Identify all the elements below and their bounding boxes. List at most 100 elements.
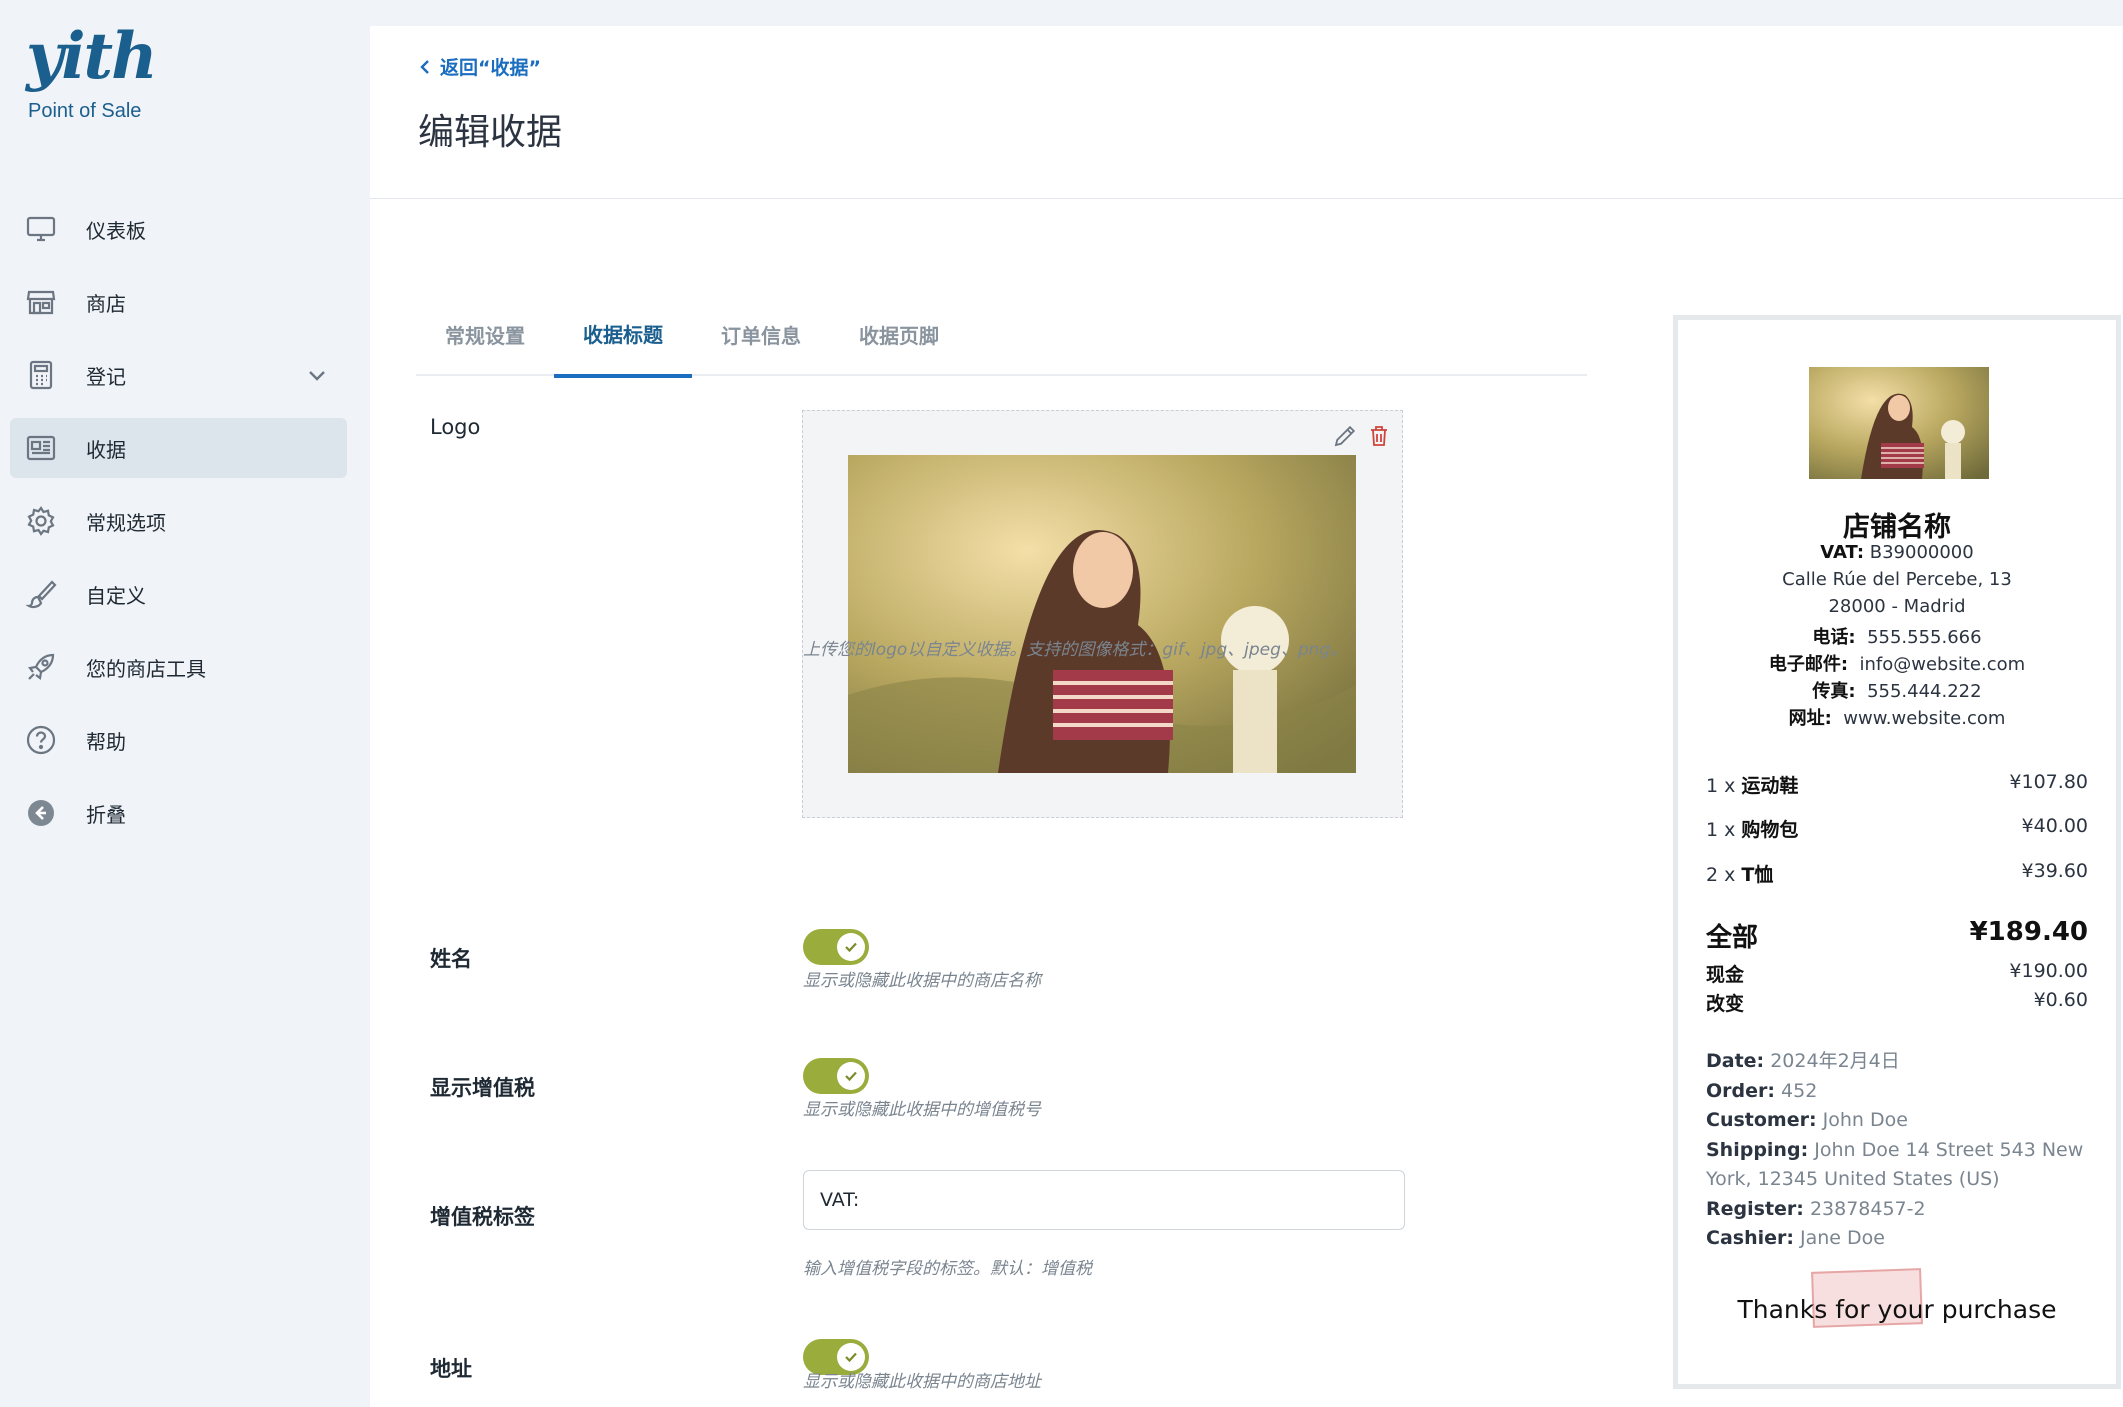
receipt-website-value: www.website.com (1843, 708, 2006, 729)
sidebar-item-dashboard[interactable]: 仪表板 (10, 199, 347, 259)
receipt-fax-value: 555.444.222 (1867, 681, 1982, 702)
show-vat-label: 显示增值税 (430, 1076, 535, 1100)
logo-label: Logo (430, 415, 481, 439)
brand-logo[interactable]: yith Point of Sale (26, 19, 158, 123)
check-icon (845, 942, 857, 953)
sidebar-item-store[interactable]: 商店 (10, 272, 347, 332)
receipt-item-price: ¥40.00 (2021, 815, 2088, 837)
receipt-logo-image (1809, 367, 1989, 479)
tab-general-settings[interactable]: 常规设置 (416, 292, 554, 376)
receipt-email-line: 电子邮件: info@website.com (1678, 650, 2116, 676)
receipt-icon (24, 431, 58, 465)
receipt-register-value: 23878457-2 (1809, 1197, 1926, 1220)
store-name-label: 姓名 (430, 947, 472, 971)
sidebar-item-label: 自定义 (86, 583, 146, 608)
sidebar-item-store-tools[interactable]: 您的商店工具 (10, 637, 347, 697)
sidebar-item-label: 商店 (86, 291, 126, 316)
brush-icon (24, 577, 58, 611)
sidebar-item-label: 帮助 (86, 729, 126, 754)
receipt-vat-label: VAT: (1820, 542, 1865, 563)
receipt-item-row: 1 x 购物包 ¥40.00 (1706, 815, 2088, 842)
help-icon (24, 723, 58, 757)
sidebar-item-help[interactable]: 帮助 (10, 710, 347, 770)
receipt-order-label: Order: (1706, 1079, 1775, 1102)
receipt-date-value: 2024年2月4日 (1770, 1050, 1900, 1072)
receipt-email-label: 电子邮件: (1768, 654, 1849, 675)
sidebar-nav: 仪表板 商店 登记 收据 常规选项 自定义 您的商店工具 帮助 折叠 (10, 199, 347, 856)
receipt-email-value: info@website.com (1859, 654, 2026, 675)
vat-label-help-text: 输入增值税字段的标签。默认：增值税 (803, 1259, 1092, 1279)
logo-upload-area[interactable] (802, 410, 1403, 818)
show-vat-toggle[interactable] (803, 1058, 869, 1094)
receipt-customer-value: John Doe (1822, 1109, 1908, 1131)
receipt-order-value: 452 (1781, 1079, 1818, 1102)
logo-image (848, 455, 1356, 773)
pencil-icon[interactable] (1332, 423, 1358, 449)
settings-tabs: 常规设置 收据标题 订单信息 收据页脚 (416, 292, 1587, 378)
receipt-cashier-label: Cashier: (1706, 1227, 1794, 1249)
sidebar-item-customize[interactable]: 自定义 (10, 564, 347, 624)
receipt-total-value: ¥189.40 (1969, 917, 2088, 947)
receipt-item-qty: 1 x (1706, 819, 1736, 841)
store-icon (24, 285, 58, 319)
receipt-cashier-line: Cashier: Jane Doe (1706, 1224, 2092, 1254)
receipt-order-line: Order: 452 (1706, 1077, 2092, 1107)
sidebar-item-label: 折叠 (86, 802, 126, 827)
vat-label-input[interactable] (803, 1170, 1405, 1230)
receipt-thanks-message: Thanks for your purchase (1737, 1295, 2057, 1324)
tab-order-info[interactable]: 订单信息 (692, 292, 830, 376)
receipt-total-label: 全部 (1706, 923, 1759, 953)
trash-icon[interactable] (1366, 423, 1392, 449)
receipt-phone-line: 电话: 555.555.666 (1678, 623, 2116, 649)
receipt-fax-label: 传真: (1812, 681, 1856, 702)
header-divider (370, 198, 2123, 199)
back-to-receipts-link[interactable]: 返回“收据” (418, 53, 541, 80)
toggle-knob (837, 1062, 865, 1090)
receipt-item-price: ¥39.60 (2021, 860, 2088, 882)
vat-label-label: 增值税标签 (430, 1205, 535, 1229)
store-name-toggle[interactable] (803, 929, 869, 965)
receipt-vat-value: B39000000 (1869, 542, 1974, 563)
receipt-customer-line: Customer: John Doe (1706, 1106, 2092, 1136)
receipt-change-label: 改变 (1706, 993, 1745, 1015)
rocket-icon (24, 650, 58, 684)
receipt-vat-line: VAT: B39000000 (1678, 542, 2116, 563)
address-label: 地址 (430, 1357, 472, 1381)
chevron-left-icon (420, 59, 429, 74)
receipt-meta: Date: 2024年2月4日 Order: 452 Customer: Joh… (1706, 1047, 2092, 1254)
sidebar-item-general-options[interactable]: 常规选项 (10, 491, 347, 551)
sidebar-item-label: 仪表板 (86, 218, 146, 243)
logo-wordmark: yith (26, 19, 158, 94)
address-help-text: 显示或隐藏此收据中的商店地址 (803, 1372, 1041, 1392)
calculator-icon (24, 358, 58, 392)
receipt-phone-label: 电话: (1812, 627, 1856, 648)
logo-subtitle: Point of Sale (28, 100, 142, 122)
receipt-fax-line: 传真: 555.444.222 (1678, 677, 2116, 703)
monitor-icon (24, 212, 58, 246)
gear-icon (24, 504, 58, 538)
tab-receipt-footer[interactable]: 收据页脚 (830, 292, 968, 376)
receipt-website-line: 网址: www.website.com (1678, 704, 2116, 730)
receipt-register-line: Register: 23878457-2 (1706, 1195, 2092, 1225)
receipt-cashier-value: Jane Doe (1800, 1227, 1885, 1249)
receipt-address-line1: Calle Rúe del Percebe, 13 (1782, 569, 2012, 590)
sidebar-item-label: 您的商店工具 (86, 656, 206, 681)
chevron-down-icon[interactable] (305, 363, 329, 387)
sidebar-item-register[interactable]: 登记 (10, 345, 347, 405)
page-title: 编辑收据 (418, 112, 563, 153)
sidebar-item-receipts[interactable]: 收据 (10, 418, 347, 478)
receipt-date-line: Date: 2024年2月4日 (1706, 1047, 2092, 1077)
show-vat-help-text: 显示或隐藏此收据中的增值税号 (803, 1100, 1041, 1120)
tab-receipt-header[interactable]: 收据标题 (554, 292, 692, 378)
receipt-item-qty: 2 x (1706, 864, 1736, 886)
receipt-change-value: ¥0.60 (2033, 989, 2088, 1011)
sidebar-item-collapse[interactable]: 折叠 (10, 783, 347, 843)
receipt-date-label: Date: (1706, 1050, 1765, 1072)
receipt-item-row: 2 x T恤 ¥39.60 (1706, 860, 2088, 887)
logo-help-text: 上传您的logo以自定义收据。支持的图像格式：gif、jpg、jpeg、png。 (803, 640, 1348, 660)
check-icon (845, 1071, 857, 1082)
receipt-item-qty: 1 x (1706, 775, 1736, 797)
receipt-change-row: 改变 ¥0.60 (1706, 989, 2088, 1016)
receipt-item-row: 1 x 运动鞋 ¥107.80 (1706, 771, 2088, 798)
receipt-shipping-label: Shipping: (1706, 1138, 1809, 1161)
